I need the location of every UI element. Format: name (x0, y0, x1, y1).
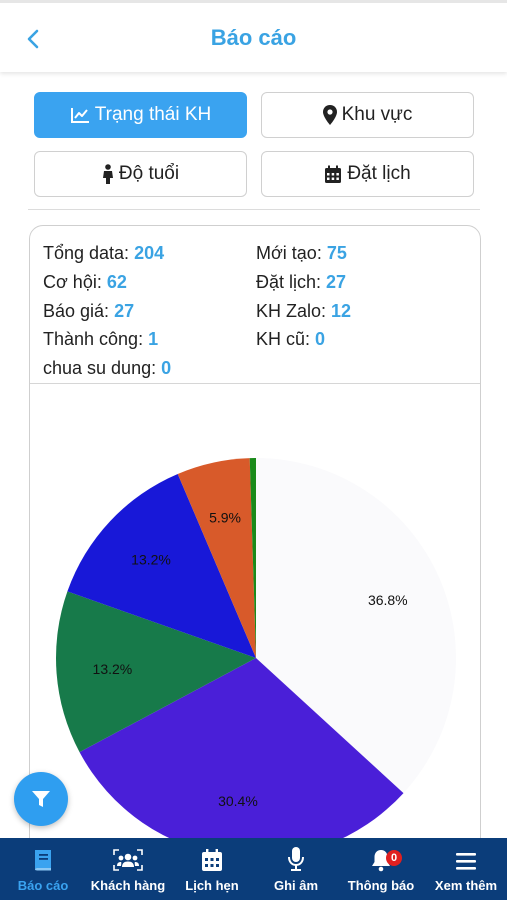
pie-slice-label: 5.9% (209, 509, 241, 525)
nav-recording[interactable]: Ghi âm (266, 838, 326, 900)
pie-slice-label: 13.2% (93, 661, 133, 677)
map-pin-icon (322, 105, 337, 125)
users-icon (113, 849, 143, 871)
nav-reports[interactable]: Báo cáo (12, 838, 74, 900)
stat-opportunity: Cơ hội: 62 (43, 272, 127, 292)
calendar-icon (325, 165, 342, 183)
pie-chart-area: 36.8% 30.4% 13.2% 13.2% 5.9% (30, 384, 480, 864)
pie-slice-label: 13.2% (131, 551, 171, 567)
report-tabs: Trạng thái KH Khu vực Độ tuổi Đặt lịch (34, 92, 476, 198)
nav-customers[interactable]: Khách hàng (86, 838, 170, 900)
calendar-icon (202, 849, 222, 871)
nav-more[interactable]: Xem thêm (430, 838, 502, 900)
tab-customer-status[interactable]: Trạng thái KH (34, 92, 247, 138)
bottom-nav: Báo cáo Khách hàng Lịch hẹn Ghi âm 0 Thô… (0, 838, 507, 900)
page-title: Báo cáo (210, 25, 297, 50)
book-icon (35, 850, 51, 871)
stat-total-data: Tổng data: 204 (43, 243, 165, 263)
stat-new: Mới tạo: 75 (256, 243, 347, 263)
menu-icon (456, 853, 476, 870)
stat-unused: chua su dung: 0 (43, 358, 172, 378)
microphone-icon (288, 847, 304, 871)
tab-label: Khu vực (341, 104, 413, 125)
stat-quote: Báo giá: 27 (43, 301, 135, 321)
pie-slice-label: 30.4% (218, 793, 258, 809)
pie-chart: 36.8% 30.4% 13.2% 13.2% 5.9% (56, 458, 456, 858)
tab-age[interactable]: Độ tuổi (34, 151, 247, 197)
app-header: Báo cáo (0, 0, 507, 72)
report-card: Tổng data: 204 Mới tạo: 75 Cơ hội: 62 Đặ… (29, 225, 481, 865)
tab-region[interactable]: Khu vực (261, 92, 474, 138)
stat-success: Thành công: 1 (43, 329, 159, 349)
notification-badge: 0 (386, 850, 402, 866)
stat-appointment: Đặt lịch: 27 (256, 272, 347, 292)
nav-appointments[interactable]: Lịch hẹn (180, 838, 244, 900)
pie-slice-label: 36.8% (368, 592, 408, 608)
stat-old-customer: KH cũ: 0 (256, 329, 326, 349)
person-icon (102, 164, 113, 184)
divider (28, 209, 480, 210)
filter-icon (32, 791, 50, 807)
tab-label: Đặt lịch (347, 163, 411, 184)
stats-panel: Tổng data: 204 Mới tạo: 75 Cơ hội: 62 Đặ… (30, 226, 480, 384)
stat-zalo: KH Zalo: 12 (256, 301, 352, 321)
filter-button[interactable] (14, 772, 68, 826)
nav-notifications[interactable]: 0 Thông báo (343, 838, 419, 900)
tab-appointment[interactable]: Đặt lịch (261, 151, 474, 197)
tab-label: Trạng thái KH (94, 104, 212, 125)
tab-label: Độ tuổi (118, 163, 180, 184)
line-chart-icon (70, 108, 89, 123)
